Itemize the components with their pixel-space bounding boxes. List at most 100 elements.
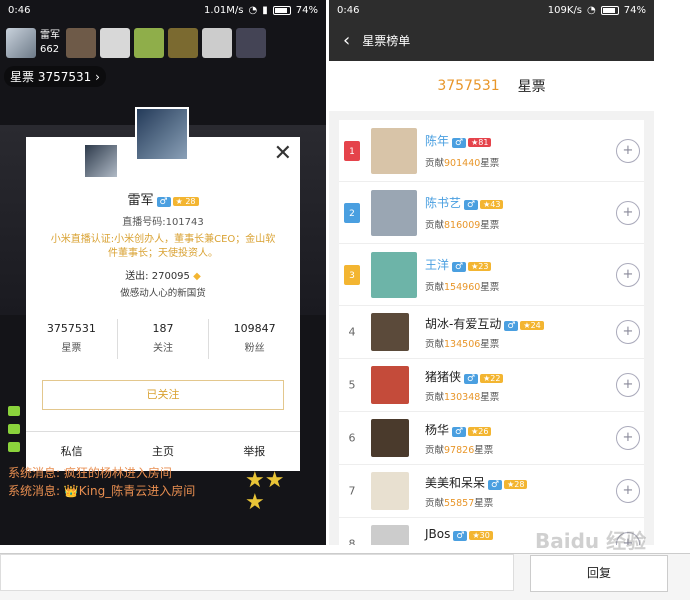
- user-name[interactable]: 王洋 ♂ ★23: [425, 256, 492, 273]
- room-topbar: 雷军 662: [0, 20, 326, 66]
- user-name[interactable]: 美美和呆呆 ♂ ★28: [425, 474, 528, 491]
- leaderboard-row[interactable]: 3 王洋 ♂ ★23 贡献154960星票 +: [339, 244, 644, 306]
- viewer-avatar[interactable]: [134, 28, 164, 58]
- follow-add-icon[interactable]: +: [616, 200, 640, 225]
- gift-icon: [8, 406, 20, 416]
- total-stars: 3757531 星票: [329, 61, 654, 111]
- user-avatar[interactable]: [371, 366, 409, 404]
- stat-fans[interactable]: 109847 粉丝: [209, 319, 300, 359]
- leaderboard-row[interactable]: 2 陈书艺 ♂ ★43 贡献816009星票 +: [339, 182, 644, 244]
- wifi-icon: ◔: [587, 4, 596, 16]
- stats-row: 3757531 星票 187 关注 109847 粉丝: [26, 319, 300, 359]
- stat-stars[interactable]: 3757531 星票: [26, 319, 118, 359]
- male-icon: ♂: [453, 531, 468, 541]
- gift-icon: [8, 442, 20, 452]
- viewer-avatar[interactable]: [236, 28, 266, 58]
- user-name[interactable]: JBos ♂ ★30: [425, 527, 493, 541]
- male-icon: ♂: [464, 374, 479, 384]
- rank-number: 6: [348, 431, 356, 445]
- rank-medal-icon: 1: [344, 140, 360, 161]
- user-avatar[interactable]: [371, 525, 409, 545]
- viewer-avatar[interactable]: [66, 28, 96, 58]
- user-avatar[interactable]: [371, 419, 409, 457]
- leaderboard-list: 1 陈年 ♂ ★81 贡献901440星票 +2 陈书艺 ♂ ★43 贡献816009星票 +3 王洋…: [339, 120, 644, 545]
- system-message: 系统消息: 👑King_陈青云进入房间: [8, 484, 196, 498]
- user-avatar[interactable]: [371, 251, 417, 298]
- rank-number: 5: [348, 378, 356, 392]
- follow-add-icon[interactable]: +: [616, 426, 640, 450]
- rank-medal-icon: 3: [344, 264, 360, 285]
- contribution: 贡献154960星票: [425, 282, 500, 293]
- status-bar: 0:46 1.01M/s ◔ ▮ 74%: [0, 0, 326, 20]
- viewer-avatar[interactable]: [100, 28, 130, 58]
- leaderboard-header: ‹ 星票榜单: [329, 20, 654, 61]
- page-title: 星票榜单: [362, 34, 411, 48]
- follow-add-icon[interactable]: +: [616, 373, 640, 397]
- follow-add-icon[interactable]: +: [616, 262, 640, 287]
- contribution: 贡献134506星票: [425, 339, 500, 350]
- leaderboard-row[interactable]: 5 猪猪侠 ♂ ★22 贡献130348星票 +: [339, 359, 644, 412]
- card-avatar: [85, 145, 117, 177]
- male-icon: ♂: [488, 480, 503, 490]
- level-badge: ★26: [468, 427, 492, 436]
- user-avatar[interactable]: [371, 127, 417, 174]
- back-arrow-icon[interactable]: ‹: [343, 30, 350, 51]
- viewer-avatar[interactable]: [168, 28, 198, 58]
- close-icon[interactable]: ✕: [274, 143, 292, 165]
- report-button[interactable]: 举报: [209, 432, 300, 471]
- leaderboard-row[interactable]: 1 陈年 ♂ ★81 贡献901440星票 +: [339, 120, 644, 182]
- host-info[interactable]: 雷军 662: [6, 28, 62, 58]
- rank-medal-icon: 2: [344, 202, 360, 223]
- followed-button[interactable]: 已关注: [42, 380, 284, 410]
- chevron-right-icon: ›: [95, 70, 100, 84]
- male-icon: ♂: [452, 262, 467, 272]
- contribution: 贡献901440星票: [425, 158, 500, 169]
- user-name[interactable]: 胡冰-有爱互动 ♂ ★24: [425, 315, 544, 332]
- user-name[interactable]: 陈年 ♂ ★81: [425, 132, 492, 149]
- stat-following[interactable]: 187 关注: [118, 319, 210, 359]
- contribution: 贡献97826星票: [425, 445, 494, 456]
- gift-icon: [8, 424, 20, 434]
- reply-button[interactable]: 回复: [530, 555, 668, 592]
- signal-icon: ▮: [262, 4, 268, 16]
- card-user-name: 雷军 ♂ ★ 28: [26, 189, 300, 208]
- male-icon: ♂: [464, 200, 479, 210]
- male-icon: ♂: [504, 321, 519, 331]
- wifi-icon: ◔: [248, 4, 258, 16]
- male-icon: ♂: [452, 427, 467, 437]
- status-time: 0:46: [8, 4, 31, 16]
- level-badge: ★ 28: [172, 197, 199, 206]
- level-badge: ★22: [480, 374, 504, 383]
- battery-level: 74%: [295, 4, 318, 16]
- follow-add-icon[interactable]: +: [616, 479, 640, 503]
- user-name[interactable]: 杨华 ♂ ★26: [425, 421, 492, 438]
- star-icon: ★★ ★: [245, 468, 285, 515]
- reply-bar: 回复: [0, 553, 690, 600]
- leaderboard-row[interactable]: 7 美美和呆呆 ♂ ★28 贡献55857星票 +: [339, 465, 644, 518]
- user-avatar[interactable]: [371, 313, 409, 351]
- total-value: 3757531: [437, 78, 500, 94]
- user-name[interactable]: 猪猪侠 ♂ ★22: [425, 368, 504, 385]
- gift-indicators: [8, 406, 20, 452]
- user-avatar[interactable]: [371, 472, 409, 510]
- host-name: 雷军: [40, 30, 60, 41]
- leaderboard-row[interactable]: 4 胡冰-有爱互动 ♂ ★24 贡献134506星票 +: [339, 306, 644, 359]
- level-badge: ★43: [480, 200, 504, 209]
- rank-number: 4: [348, 325, 356, 339]
- host-large-avatar[interactable]: [135, 107, 189, 161]
- viewer-avatar[interactable]: [202, 28, 232, 58]
- reply-input[interactable]: [0, 554, 514, 591]
- leaderboard-row[interactable]: 6 杨华 ♂ ★26 贡献97826星票 +: [339, 412, 644, 465]
- follow-add-icon[interactable]: +: [616, 138, 640, 163]
- user-avatar[interactable]: [371, 189, 417, 236]
- stars-ticket-button[interactable]: 星票 3757531 ›: [4, 66, 106, 87]
- level-badge: ★28: [504, 480, 528, 489]
- live-room-panel: 0:46 1.01M/s ◔ ▮ 74% 雷军 662 星票 3757531 ›: [0, 0, 326, 545]
- live-id: 直播号码:101743: [122, 217, 204, 228]
- follow-add-icon[interactable]: +: [616, 320, 640, 344]
- verification-text: 小米直播认证:小米创办人，董事长兼CEO；金山软件董事长；天使投资人。: [50, 234, 276, 259]
- host-avatar[interactable]: [6, 28, 36, 58]
- user-name[interactable]: 陈书艺 ♂ ★43: [425, 194, 504, 211]
- level-badge: ★24: [520, 321, 544, 330]
- level-badge: ★81: [468, 138, 492, 147]
